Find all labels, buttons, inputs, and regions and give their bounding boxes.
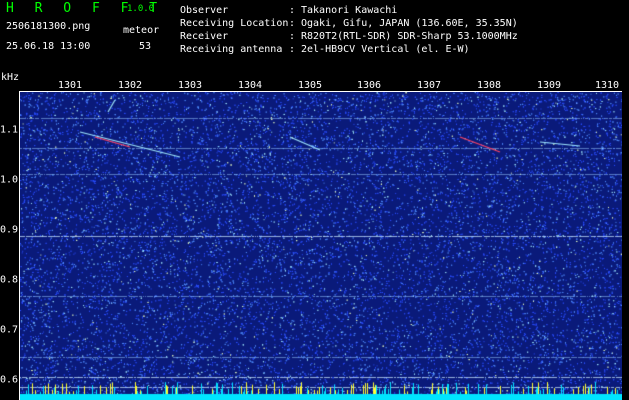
app-version: 1.0.0 [127,4,155,14]
freq-tick-0-6: 0.6 [0,374,19,386]
info-row-location: Receiving Location: Ogaki, Gifu, JAPAN (1… [180,18,518,29]
file-name: 2506181300.png [6,21,91,32]
meteor-count: 53 [139,41,152,52]
time-tick-1310: 1310 [594,80,620,91]
info-row-observer: Observer: Takanori Kawachi [180,5,398,16]
time-tick-1304: 1304 [237,80,263,91]
time-tick-1306: 1306 [356,80,382,91]
freq-tick-0-7: 0.7 [0,324,19,336]
header-panel: H R O F F T 1.0.0 2506181300.png meteor … [0,0,629,74]
spectrogram-canvas [20,92,622,400]
time-tick-1308: 1308 [476,80,502,91]
datetime: 25.06.18 13:00 [6,41,91,52]
time-tick-1301: 1301 [57,80,83,91]
time-tick-1302: 1302 [117,80,143,91]
info-row-receiver: Receiver: R820T2(RTL-SDR) SDR-Sharp 53.10… [180,31,518,42]
freq-tick-1-0: 1.0 [0,174,19,186]
khz-unit-label: kHz [1,72,20,83]
left-axis-line [19,91,20,400]
time-tick-1303: 1303 [177,80,203,91]
meteor-label: meteor [123,25,160,36]
top-axis-line [20,91,622,92]
freq-tick-1-1: 1.1 [0,124,19,136]
freq-tick-0-9: 0.9 [0,224,19,236]
time-tick-1309: 1309 [536,80,562,91]
freq-tick-0-8: 0.8 [0,274,19,286]
station-info: Observer: Takanori Kawachi Receiving Loca… [180,4,518,56]
info-row-antenna: Receiving antenna:2el-HB9CV Vertical (el… [180,44,470,55]
time-tick-1305: 1305 [297,80,323,91]
time-tick-1307: 1307 [416,80,442,91]
